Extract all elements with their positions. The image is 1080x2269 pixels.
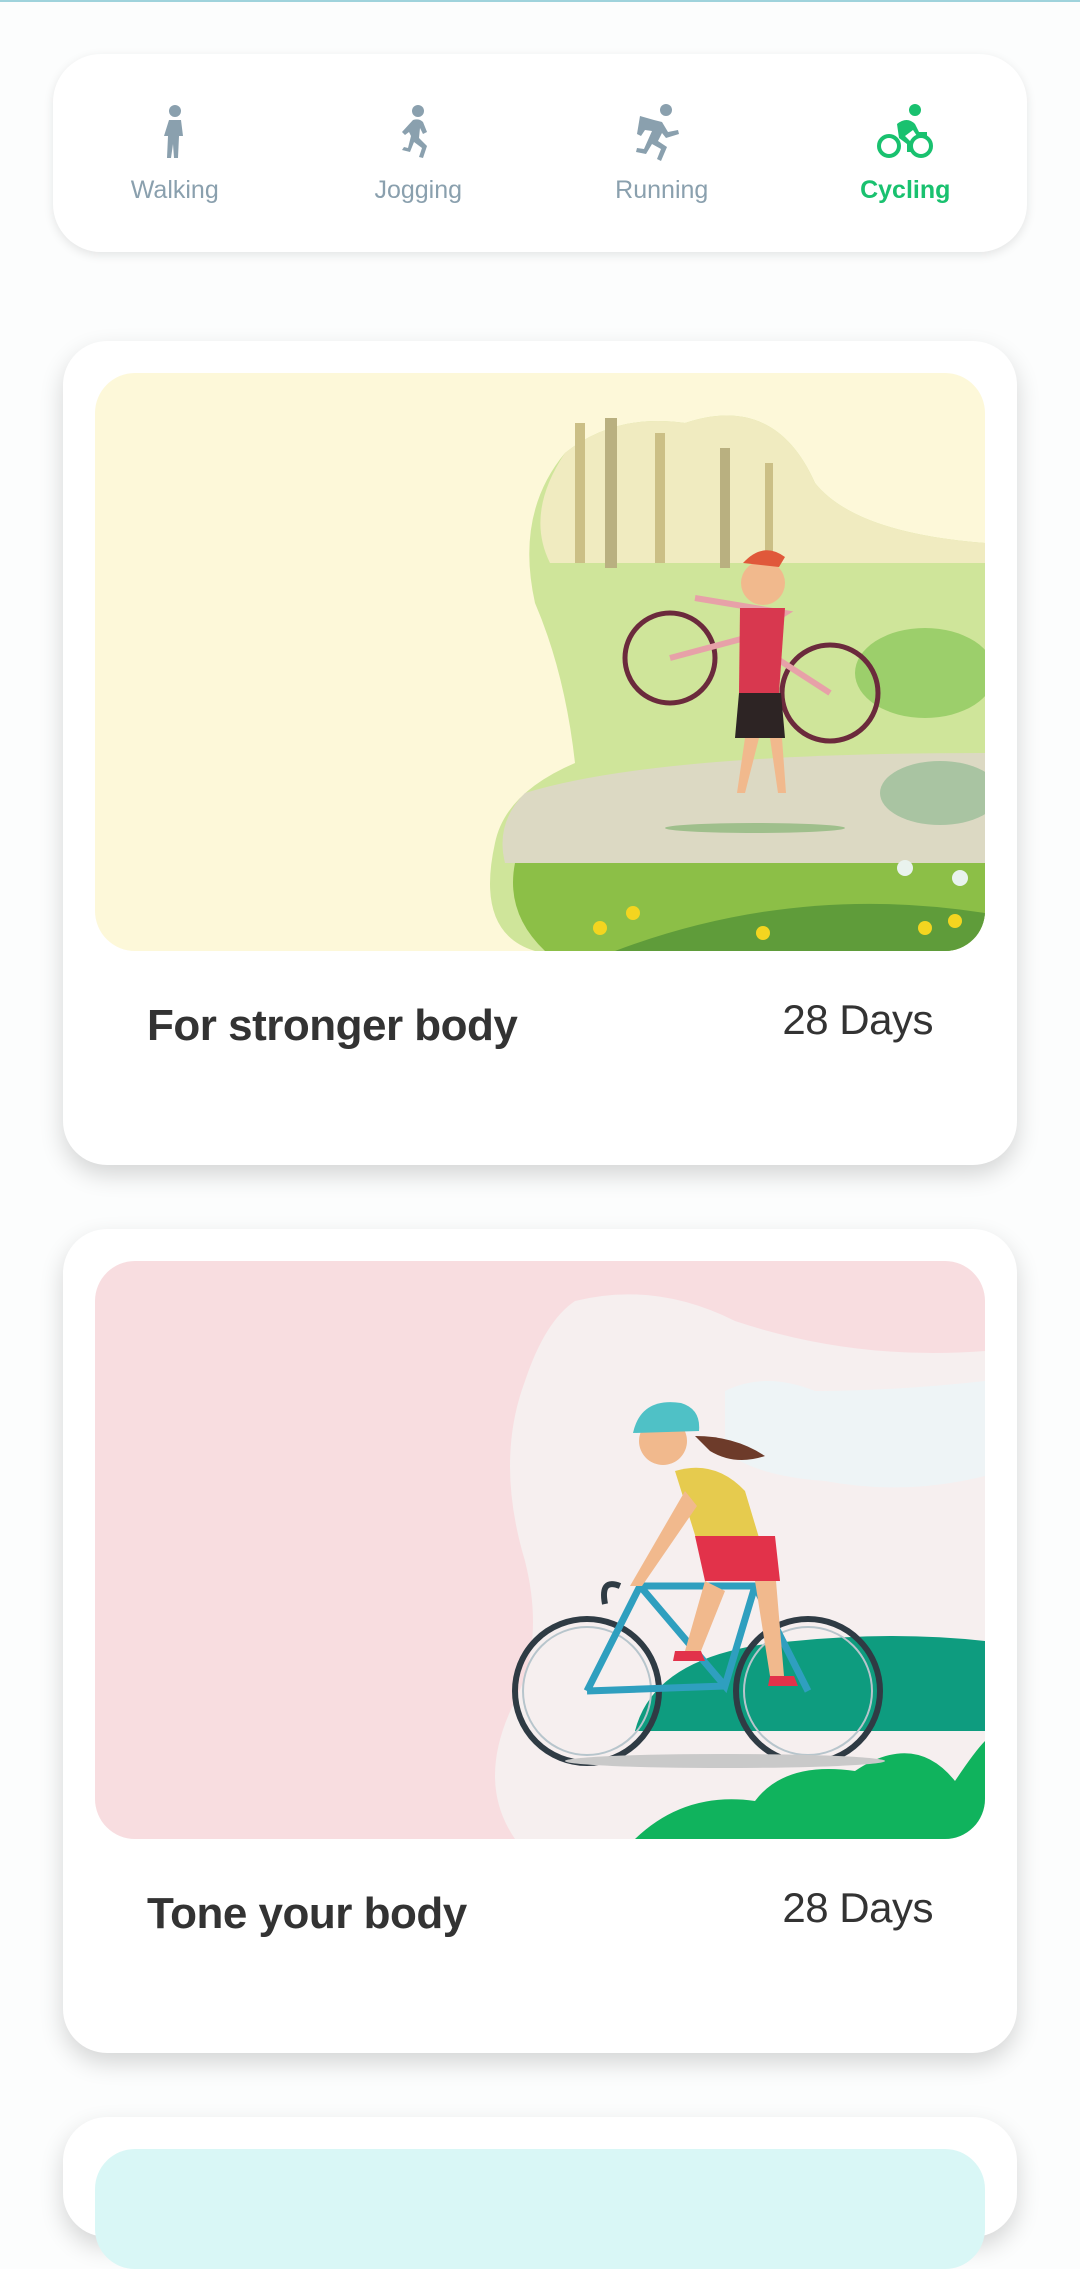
running-icon: [635, 103, 679, 161]
tab-label: Walking: [130, 175, 219, 204]
card-title: Tone your body: [147, 1889, 467, 1938]
tab-label: Running: [615, 175, 709, 204]
jogging-icon: [402, 104, 428, 158]
top-divider: [0, 0, 1080, 2]
program-card-tone-body[interactable]: Tone your body 28 Days: [63, 1229, 1017, 2053]
tab-running[interactable]: Running: [547, 78, 777, 228]
tab-walking[interactable]: Walking: [60, 78, 290, 228]
card-title: For stronger body: [147, 1001, 518, 1050]
walking-icon: [163, 104, 183, 158]
tab-cycling[interactable]: Cycling: [790, 78, 1020, 228]
tab-label: Jogging: [374, 175, 463, 204]
card-duration: 28 Days: [782, 1884, 933, 1931]
program-card-partial[interactable]: [63, 2117, 1017, 2269]
tab-jogging[interactable]: Jogging: [303, 78, 533, 228]
man-carrying-bike-illustration: [95, 373, 985, 951]
woman-cycling-illustration: [95, 1261, 985, 1839]
activity-tab-bar: Walking Jogging Running Cycling: [53, 54, 1027, 252]
card-illustration: [95, 2149, 985, 2269]
cycling-icon: [877, 103, 934, 158]
program-card-stronger-body[interactable]: For stronger body 28 Days: [63, 341, 1017, 1165]
tab-label: Cycling: [860, 175, 951, 204]
card-duration: 28 Days: [782, 996, 933, 1043]
